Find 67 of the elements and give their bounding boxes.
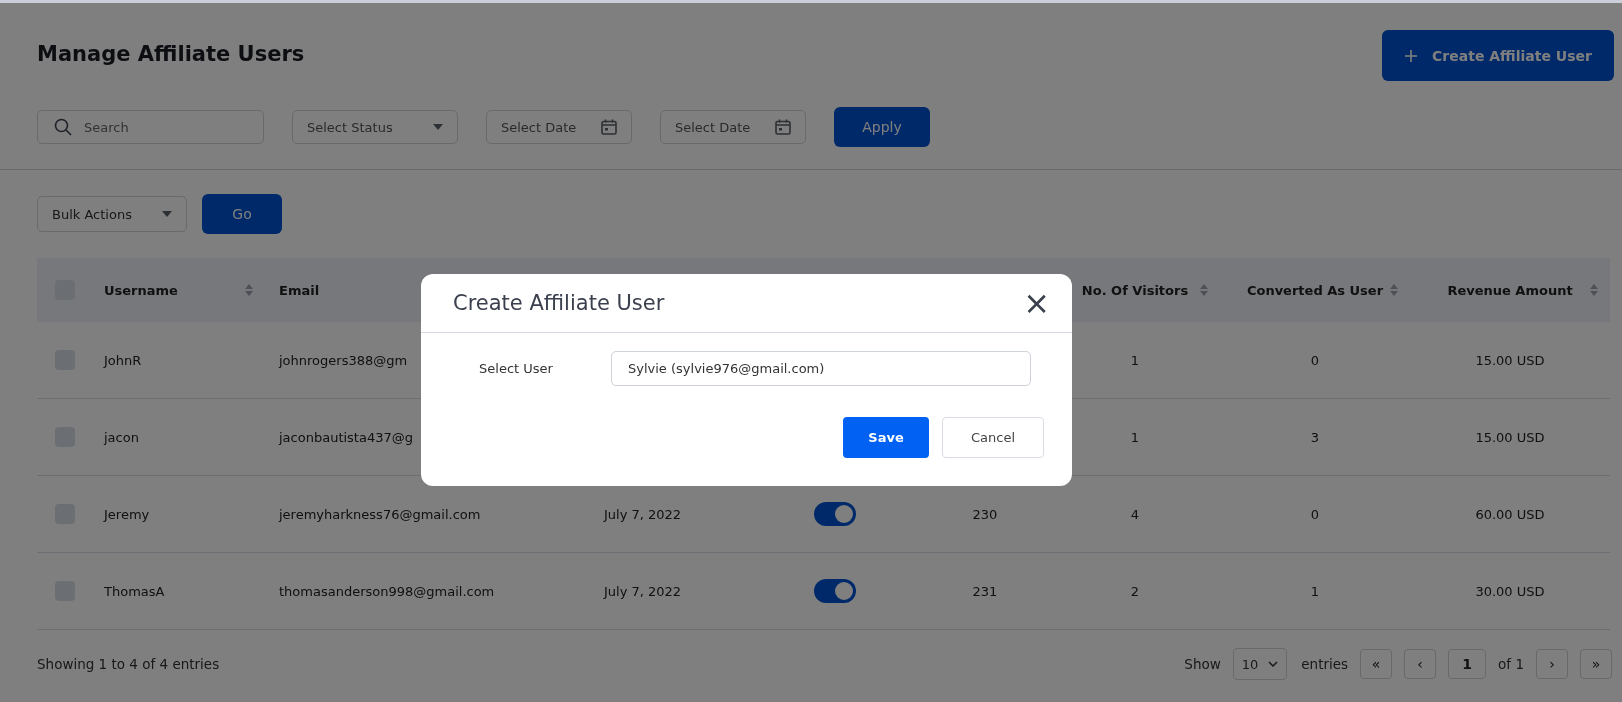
bulk-actions-dropdown[interactable]: Bulk Actions [37,196,187,232]
table-cell: 230 [972,506,998,522]
table-cell: 60.00 USD [1475,506,1545,522]
table-cell: 3 [1310,429,1320,445]
table-cell: jaconbautista437@g [279,429,413,445]
first-page-button[interactable]: « [1360,649,1393,679]
table-cell: 0 [1310,506,1320,522]
save-button[interactable]: Save [843,417,929,458]
entries-summary: Showing 1 to 4 of 4 entries [37,656,220,672]
table-cell: 231 [972,583,998,599]
show-label: Show [1184,656,1221,672]
go-button[interactable]: Go [202,194,282,234]
search-icon [54,118,72,136]
dialog-title: Create Affiliate User [453,291,665,315]
table-cell: July 7, 2022 [604,506,682,522]
toggle-switch[interactable] [814,579,856,603]
table-cell: Jeremy [104,506,150,522]
caret-icon [433,124,443,130]
page-title: Manage Affiliate Users [37,42,305,66]
sort-icon[interactable] [1590,284,1598,296]
sort-icon[interactable] [245,284,253,296]
table-cell: jacon [104,429,139,445]
table-cell: 1 [1130,429,1140,445]
page-number-field[interactable]: 1 [1448,649,1487,679]
calendar-icon [601,119,617,135]
field-label: Select User [478,361,554,376]
sort-icon[interactable] [1200,284,1208,296]
previous-page-button[interactable]: ‹ [1404,649,1437,679]
close-button[interactable]: × [1023,287,1050,319]
table-cell: 15.00 USD [1475,352,1545,368]
sort-icon[interactable] [1390,284,1398,296]
date-field[interactable]: Select Date [486,110,632,144]
table-cell: 4 [1130,506,1140,522]
status-dropdown[interactable]: Select Status [292,110,458,144]
column-header: Email [279,282,320,298]
create-affiliate-user-button[interactable]: Create Affiliate User [1382,30,1614,81]
table-cell: johnrogers388@gm [279,352,408,368]
next-page-button[interactable]: › [1536,649,1568,679]
column-header: Revenue Amount [1447,282,1573,298]
calendar-icon [775,119,791,135]
column-header: Converted As User [1246,282,1384,298]
cancel-button[interactable]: Cancel [942,417,1044,458]
table-cell: jeremyharkness76@gmail.com [279,506,481,522]
last-page-button[interactable]: » [1580,649,1612,679]
chevron-down-icon [1268,661,1279,667]
column-header: Username [104,282,178,298]
page-count: of 1 [1498,656,1524,672]
search-field[interactable]: Search [37,110,264,144]
page-size-dropdown[interactable]: 10 [1232,648,1288,680]
table-cell: 15.00 USD [1475,429,1545,445]
table-cell: 2 [1130,583,1140,599]
table-cell: 30.00 USD [1475,583,1545,599]
table-cell: 1 [1130,352,1140,368]
table-cell: 1 [1310,583,1320,599]
plus-icon [1404,48,1419,63]
caret-icon [162,211,172,217]
toggle-switch[interactable] [814,502,856,526]
table-cell: July 7, 2022 [604,583,682,599]
table-cell: ThomasA [104,583,165,599]
table-cell: JohnR [104,352,142,368]
select-user-field[interactable]: Sylvie (sylvie976@gmail.com) [611,351,1031,386]
apply-button[interactable]: Apply [834,107,930,147]
column-header: No. Of Visitors [1081,282,1189,298]
entries-label: entries [1301,656,1349,672]
date-field[interactable]: Select Date [660,110,806,144]
table-cell: 0 [1310,352,1320,368]
table-cell: thomasanderson998@gmail.com [279,583,495,599]
